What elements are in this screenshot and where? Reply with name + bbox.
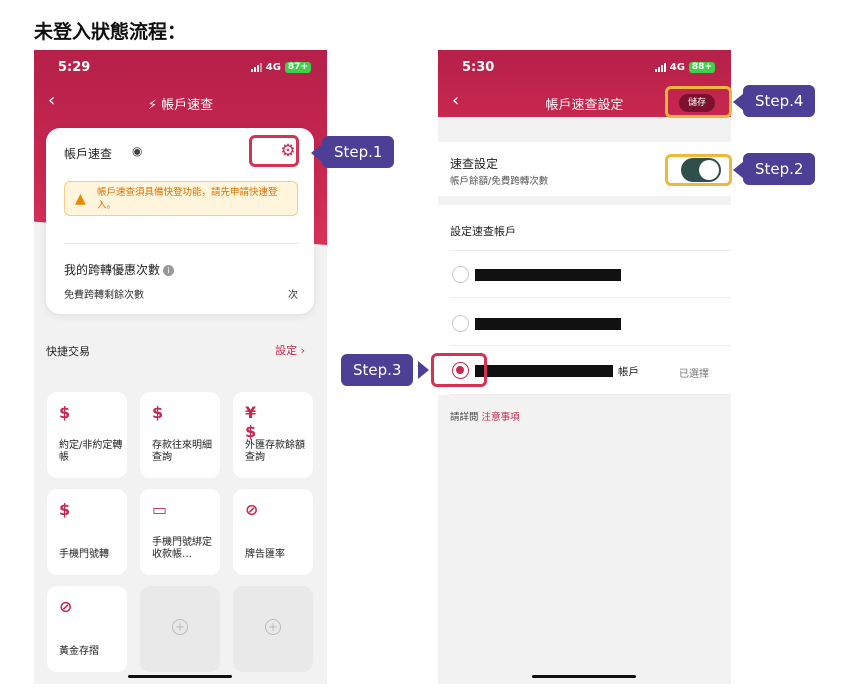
plus-icon: + [172,619,188,635]
tile-label: 手機門號綁定收款帳… [152,537,212,560]
step2-callout: Step.2 [743,153,816,185]
monitor-icon: ▭ [152,500,168,519]
redacted-account-2 [475,318,621,330]
step3-arrow [418,361,429,379]
account-radio-1[interactable] [452,266,469,283]
battery-icon: 87+ [284,62,311,73]
redacted-account-3 [475,365,613,377]
money-bag-icon: $ [152,403,164,422]
tile-fx-balance[interactable]: ¥$ 外匯存款餘額查詢 [233,392,313,478]
divider [450,345,731,346]
notice: 請詳閱 注意事項 [450,409,520,423]
account-name-3: 帳戶 [618,366,639,378]
status-bar: 5:29 4G 87+ [34,50,327,88]
nav-title: ⚡ 帳戶速查 [34,94,327,113]
tile-transfer[interactable]: $ 約定/非約定轉帳 [47,392,127,478]
status-time: 5:30 [462,60,495,75]
signal-icon [250,63,262,72]
network-label: 4G [265,62,281,73]
free-transfer-unit: 次 [288,290,298,301]
account-section-title: 設定速查帳戶 [450,225,516,238]
account-radio-2[interactable] [452,315,469,332]
status-time: 5:29 [58,60,91,75]
fast-setting-title: 速查設定 [450,157,499,171]
signal-icon [654,63,666,72]
quick-trade-title: 快捷交易 [46,345,90,358]
nav-bar: ‹ ⚡ 帳戶速查 [34,88,327,118]
notice-link[interactable]: 注意事項 [482,412,520,423]
divider [64,243,298,244]
tile-label: 手機門號轉 [59,549,109,560]
toggle-highlight [665,154,732,186]
page-title: 未登入狀態流程： [34,21,187,43]
step3-callout: Step.3 [341,354,414,386]
tile-mobile-binding[interactable]: ▭ 手機門號綁定收款帳… [140,489,220,575]
status-bar: 5:30 4G 88+ [438,50,731,88]
radio-highlight [431,353,487,387]
tile-label: 存款往來明細查詢 [152,440,212,463]
step1-arrow [311,144,322,162]
battery-icon: 88+ [688,62,715,73]
tile-exchange-rate[interactable]: ⊘ 牌告匯率 [233,489,313,575]
tile-label: 外匯存款餘額查詢 [245,440,305,463]
nav-title-text: 帳戶速查 [161,98,214,113]
warning-icon: ▲ [75,191,86,207]
warning-banner: ▲ 帳戶速查須具備快登功能，請先申請快速登入。 [64,181,298,216]
info-icon[interactable]: i [163,265,175,276]
tile-deposit-detail[interactable]: $ 存款往來明細查詢 [140,392,220,478]
tile-add-empty[interactable]: + [233,586,313,672]
money-bag-icon: $ [59,500,71,519]
tile-label: 約定/非約定轉帳 [59,440,123,463]
eye-icon[interactable]: ◉ [132,144,142,158]
currency-exchange-icon: ¥$ [245,403,257,441]
card-title: 帳戶速查 [64,147,113,161]
tile-label: 黃金存摺 [59,646,99,657]
fast-setting-subtitle: 帳戶餘額/免費跨轉次數 [450,176,549,187]
gear-highlight [249,135,299,167]
step4-callout: Step.4 [743,85,816,117]
magnifier-icon: ⊘ [245,500,259,519]
divider [450,297,731,298]
money-bag-icon: $ [59,403,71,422]
bolt-icon: ⚡ [147,98,157,113]
selected-label: 已選擇 [679,369,709,380]
plus-icon: + [265,619,281,635]
divider [450,394,731,395]
step1-callout: Step.1 [322,136,395,168]
tile-add-empty[interactable]: + [140,586,220,672]
network-label: 4G [669,62,685,73]
redacted-account-1 [475,269,621,281]
tile-label: 牌告匯率 [245,549,285,560]
free-transfer-label: 免費跨轉剩餘次數 [64,290,144,301]
notice-prefix: 請詳閱 [450,412,479,423]
home-indicator [128,675,232,678]
warning-text: 帳戶速查須具備快登功能，請先申請快速登入。 [97,187,278,211]
divider [450,250,731,251]
save-highlight [665,86,732,118]
transfer-count-title: 我的跨轉優惠次數 i [64,261,175,278]
tile-mobile-transfer[interactable]: $ 手機門號轉 [47,489,127,575]
home-indicator [532,675,636,678]
transfer-count-label: 我的跨轉優惠次數 [64,263,161,277]
quick-trade-settings-link[interactable]: 設定 › [275,342,305,358]
magnifier-icon: ⊘ [59,597,73,616]
tile-gold-passbook[interactable]: ⊘ 黃金存摺 [47,586,127,672]
